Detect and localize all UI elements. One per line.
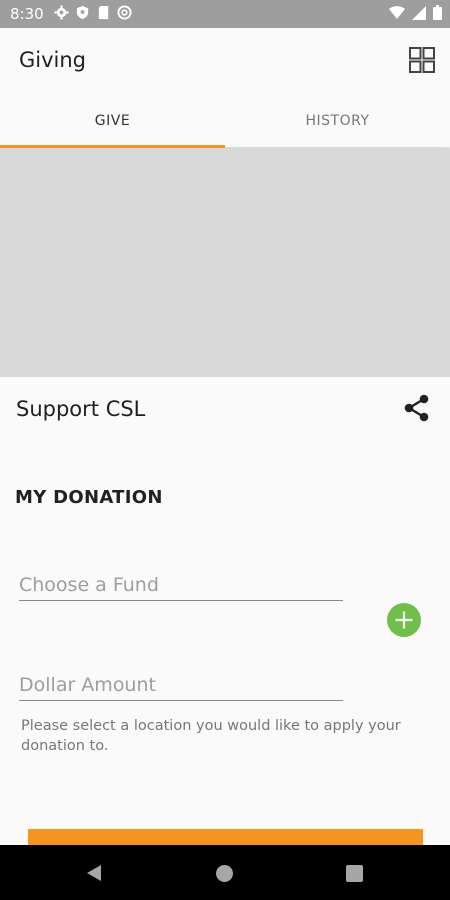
grid-icon bbox=[409, 47, 435, 73]
campaign-banner-image bbox=[0, 148, 450, 377]
settings-icon bbox=[54, 5, 69, 20]
back-button[interactable] bbox=[85, 864, 103, 886]
section-title-my-donation: MY DONATION bbox=[15, 487, 163, 508]
tab-bar: GIVE HISTORY bbox=[0, 96, 450, 147]
recents-button[interactable] bbox=[346, 865, 363, 882]
wifi-icon bbox=[389, 5, 405, 24]
status-time: 8:30 bbox=[10, 5, 44, 23]
tab-give[interactable]: GIVE bbox=[0, 96, 225, 147]
battery-icon bbox=[433, 5, 442, 24]
sync-icon bbox=[117, 5, 132, 20]
share-button[interactable] bbox=[403, 394, 430, 422]
campaign-title: Support CSL bbox=[16, 397, 146, 421]
plus-icon bbox=[395, 611, 413, 629]
fund-field bbox=[19, 574, 343, 601]
status-right-icons bbox=[389, 5, 442, 24]
tab-history[interactable]: HISTORY bbox=[225, 96, 450, 147]
amount-input[interactable] bbox=[19, 674, 343, 700]
back-icon bbox=[87, 865, 101, 881]
sd-card-icon bbox=[96, 5, 111, 20]
add-fund-button[interactable] bbox=[387, 603, 421, 637]
grid-menu-button[interactable] bbox=[409, 47, 435, 73]
amount-field bbox=[19, 674, 343, 701]
share-icon bbox=[404, 394, 429, 422]
page-title: Giving bbox=[19, 48, 87, 72]
fund-input[interactable] bbox=[19, 574, 343, 600]
shield-icon bbox=[75, 5, 90, 20]
signal-icon bbox=[412, 5, 426, 24]
home-button[interactable] bbox=[216, 865, 233, 882]
app-bar: Giving bbox=[0, 28, 450, 96]
location-helper-text: Please select a location you would like … bbox=[21, 718, 401, 754]
status-icons bbox=[54, 5, 132, 20]
status-bar: 8:30 bbox=[0, 0, 450, 28]
